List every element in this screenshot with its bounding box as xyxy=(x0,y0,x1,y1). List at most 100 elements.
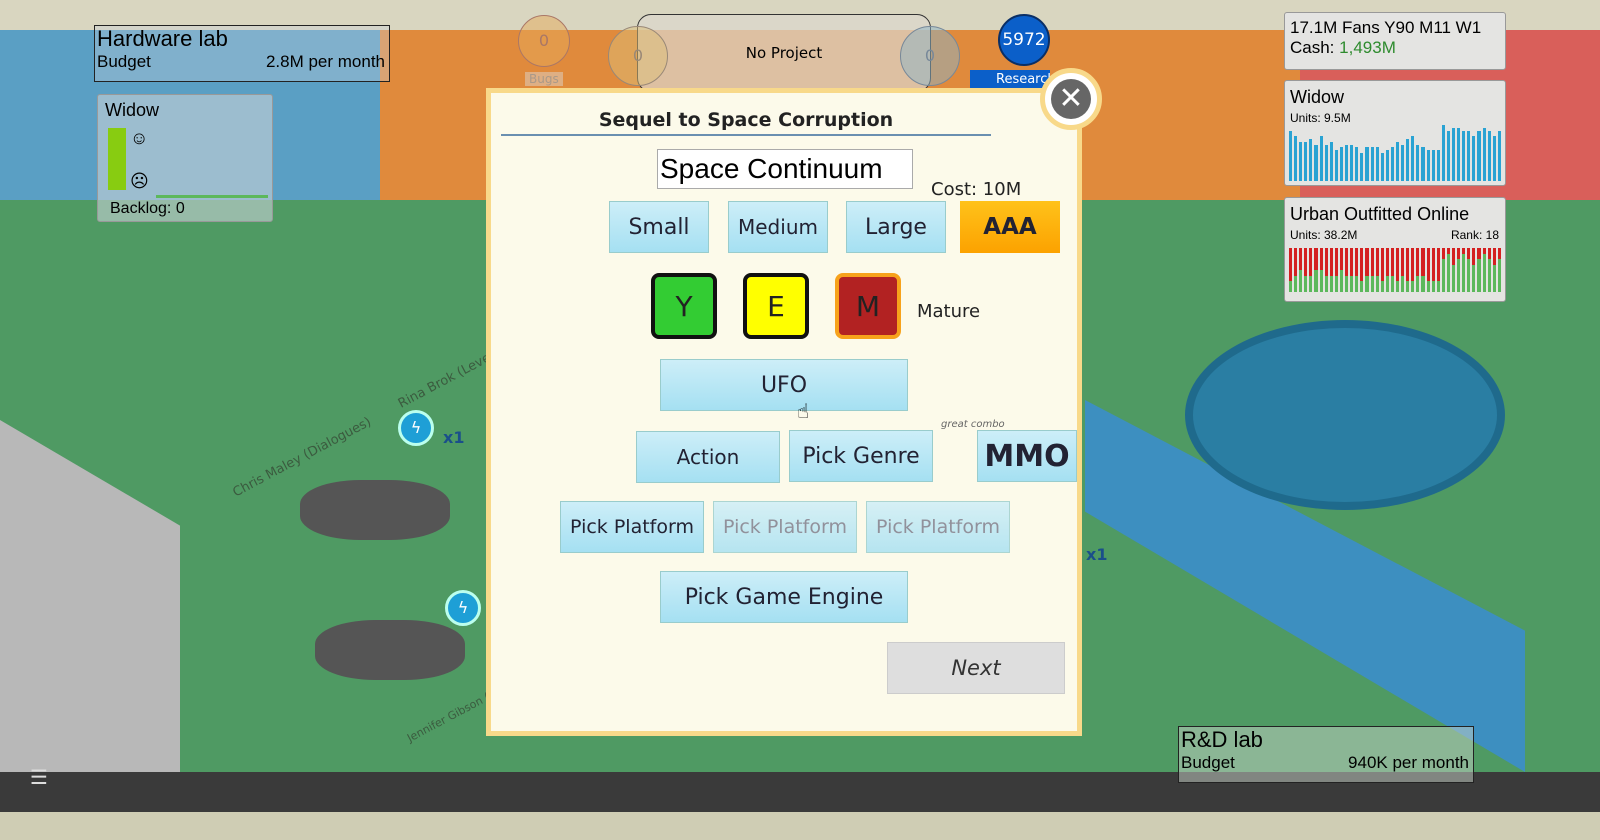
lounge-rug xyxy=(1185,320,1505,510)
sales-title: Widow xyxy=(1290,87,1345,107)
genre-1-button[interactable]: Action xyxy=(636,431,780,483)
sales-bar xyxy=(1380,153,1384,181)
size-aaa-button[interactable]: AAA xyxy=(960,201,1060,253)
sales-bar xyxy=(1314,144,1318,181)
new-game-dialog: Sequel to Space Corruption Cost: 10M Sma… xyxy=(486,88,1082,736)
budget-value: 940K per month xyxy=(1348,753,1469,772)
stats-panel[interactable]: 17.1M Fans Y90 M11 W1 Cash: 1,493M xyxy=(1284,12,1506,70)
platform-1-button[interactable]: Pick Platform xyxy=(560,501,704,553)
sales-bar xyxy=(1380,248,1384,292)
backlog: Backlog: 0 xyxy=(110,200,185,217)
sales-bar xyxy=(1411,136,1415,181)
sales-bar xyxy=(1411,248,1415,292)
sales-bar xyxy=(1457,248,1461,292)
rating-m-button[interactable]: M xyxy=(835,273,901,339)
sales-bar xyxy=(1426,150,1430,181)
sales-bar xyxy=(1441,248,1445,292)
sales-bar xyxy=(1370,147,1374,181)
sales-bar xyxy=(1350,248,1354,292)
sales-bar xyxy=(1375,248,1379,292)
sales-bar xyxy=(1421,248,1425,292)
rating-e-button[interactable]: E xyxy=(743,273,809,339)
bubble-counter[interactable]: 0 xyxy=(518,15,570,67)
sales-bar xyxy=(1355,248,1359,292)
sales-bar xyxy=(1492,136,1496,181)
boost-icon[interactable]: ϟ xyxy=(398,410,434,446)
dialog-title: Sequel to Space Corruption xyxy=(501,109,991,136)
desk[interactable] xyxy=(300,480,450,540)
sales-bar xyxy=(1360,248,1364,292)
sales-bar xyxy=(1472,248,1476,292)
sales-bar xyxy=(1339,248,1344,292)
sales-bar xyxy=(1406,248,1410,292)
project-status-panel[interactable]: No Project xyxy=(637,14,931,92)
sales-bar xyxy=(1385,150,1389,181)
sales-bar xyxy=(1457,127,1461,181)
sales-bar xyxy=(1390,248,1394,292)
sales-bar xyxy=(1416,248,1420,292)
next-button[interactable]: Next xyxy=(887,642,1065,694)
sales-bar xyxy=(1329,141,1333,181)
hardware-lab-panel[interactable]: Hardware lab Budget 2.8M per month xyxy=(94,25,390,82)
genre-2-button[interactable]: Pick Genre xyxy=(789,430,933,482)
rnd-lab-panel[interactable]: R&D lab Budget 940K per month xyxy=(1178,726,1474,783)
bugs-label: Bugs xyxy=(525,72,563,86)
hardware-lab-title: Hardware lab xyxy=(97,26,228,51)
cost-label: Cost: 10M xyxy=(931,179,1022,200)
sales-chart xyxy=(1289,125,1501,181)
platform-2-button[interactable]: Pick Platform xyxy=(713,501,857,553)
sales-bar xyxy=(1416,144,1420,181)
sales-bar xyxy=(1487,130,1491,181)
sales-bar xyxy=(1477,130,1481,181)
sales-bar xyxy=(1492,248,1496,292)
menu-icon[interactable]: ☰ xyxy=(30,765,58,789)
sales-bar xyxy=(1401,144,1405,181)
size-small-button[interactable]: Small xyxy=(609,201,709,253)
progress-line xyxy=(156,195,268,198)
fans-date: 17.1M Fans Y90 M11 W1 xyxy=(1290,18,1482,37)
sales-units: Units: 38.2M xyxy=(1290,228,1358,242)
close-button[interactable]: ✕ xyxy=(1040,68,1102,130)
happiness-meter xyxy=(108,128,126,190)
bubble-counter[interactable]: 0 xyxy=(608,26,668,86)
topic-button[interactable]: UFO xyxy=(660,359,908,411)
size-medium-button[interactable]: Medium xyxy=(728,201,828,253)
desk[interactable] xyxy=(315,620,465,680)
game-engine-button[interactable]: Pick Game Engine xyxy=(660,571,908,623)
sales-bar xyxy=(1467,130,1471,181)
sales-bar xyxy=(1375,147,1379,181)
sales-bar xyxy=(1289,130,1293,181)
sales-bar xyxy=(1406,139,1410,181)
platform-3-button[interactable]: Pick Platform xyxy=(866,501,1010,553)
size-large-button[interactable]: Large xyxy=(846,201,946,253)
combo-genre-button[interactable]: MMO xyxy=(977,430,1077,482)
budget-value: 2.8M per month xyxy=(265,52,385,71)
sales-bar xyxy=(1294,136,1298,181)
sales-bar xyxy=(1462,130,1466,181)
budget-label: Budget xyxy=(1181,753,1235,772)
research-points[interactable]: 5972 xyxy=(998,14,1050,66)
sales-bar xyxy=(1436,248,1440,292)
sales-rank: Rank: 18 xyxy=(1450,228,1499,242)
boost-multiplier: x1 xyxy=(443,428,465,447)
sales-bar xyxy=(1441,125,1445,181)
sales-bar xyxy=(1309,139,1313,181)
sales-bar xyxy=(1294,248,1298,292)
sales-panel-urban[interactable]: Urban Outfitted Online Units: 38.2M Rank:… xyxy=(1284,197,1506,302)
sales-panel-widow[interactable]: Widow Units: 9.5M xyxy=(1284,80,1506,186)
sales-bar xyxy=(1299,248,1303,292)
sales-bar xyxy=(1497,130,1501,181)
sales-bar xyxy=(1345,144,1349,181)
sales-bar xyxy=(1395,248,1400,292)
rating-y-button[interactable]: Y xyxy=(651,273,717,339)
widow-status-panel[interactable]: Widow ☺ ☹ Backlog: 0 xyxy=(97,94,273,222)
sales-bar xyxy=(1462,248,1466,292)
game-name-input[interactable] xyxy=(657,149,913,189)
sales-bar xyxy=(1421,147,1425,181)
research-button[interactable]: Research xyxy=(970,70,1056,90)
sales-bar xyxy=(1345,248,1349,292)
sales-bar xyxy=(1314,248,1318,292)
boost-icon[interactable]: ϟ xyxy=(445,590,481,626)
bubble-counter[interactable]: 0 xyxy=(900,26,960,86)
bottom-strip xyxy=(0,812,1600,840)
